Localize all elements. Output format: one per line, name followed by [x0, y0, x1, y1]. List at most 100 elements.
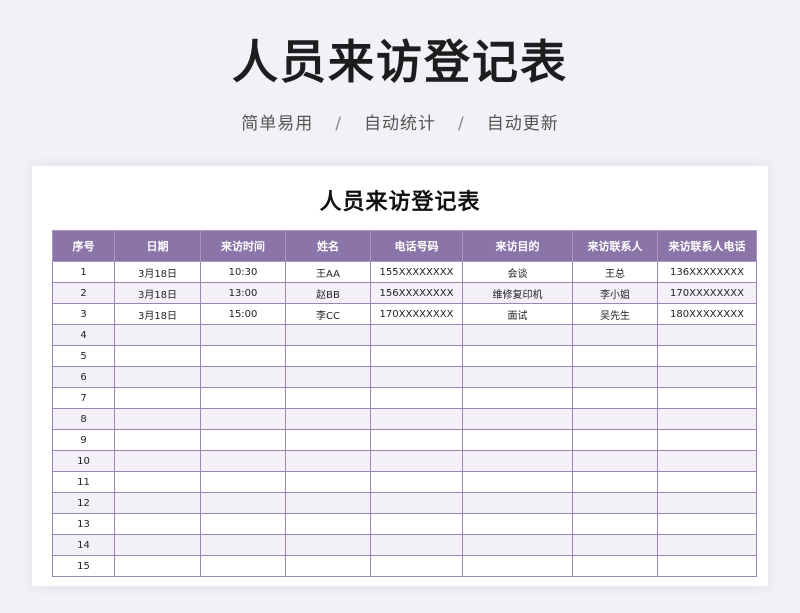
table-cell[interactable]: 170XXXXXXXX — [370, 303, 463, 325]
table-cell[interactable] — [572, 345, 658, 367]
table-cell[interactable]: 会谈 — [462, 261, 573, 283]
table-cell[interactable] — [462, 366, 573, 388]
table-cell[interactable]: 10:30 — [200, 261, 286, 283]
table-cell[interactable] — [114, 492, 201, 514]
table-cell[interactable]: 6 — [52, 366, 115, 388]
table-cell[interactable] — [370, 408, 463, 430]
table-cell[interactable] — [462, 387, 573, 409]
table-cell[interactable] — [114, 387, 201, 409]
table-cell[interactable] — [285, 534, 371, 556]
table-cell[interactable]: 吴先生 — [572, 303, 658, 325]
table-cell[interactable] — [462, 492, 573, 514]
table-cell[interactable] — [370, 534, 463, 556]
table-cell[interactable] — [114, 324, 201, 346]
table-cell[interactable] — [370, 324, 463, 346]
column-header[interactable]: 来访时间 — [200, 230, 286, 262]
table-cell[interactable] — [200, 471, 286, 493]
table-cell[interactable] — [370, 387, 463, 409]
table-cell[interactable] — [285, 324, 371, 346]
table-cell[interactable] — [657, 534, 757, 556]
table-cell[interactable]: 136XXXXXXXX — [657, 261, 757, 283]
table-cell[interactable] — [572, 534, 658, 556]
table-cell[interactable] — [657, 324, 757, 346]
table-cell[interactable] — [114, 345, 201, 367]
table-cell[interactable] — [285, 555, 371, 577]
table-cell[interactable]: 13:00 — [200, 282, 286, 304]
table-cell[interactable] — [572, 450, 658, 472]
table-cell[interactable] — [572, 471, 658, 493]
table-cell[interactable] — [370, 555, 463, 577]
column-header[interactable]: 日期 — [114, 230, 201, 262]
table-cell[interactable] — [572, 555, 658, 577]
table-cell[interactable]: 李CC — [285, 303, 371, 325]
table-cell[interactable]: 李小姐 — [572, 282, 658, 304]
column-header[interactable]: 来访目的 — [462, 230, 573, 262]
table-cell[interactable] — [200, 429, 286, 451]
table-cell[interactable]: 3月18日 — [114, 303, 201, 325]
table-cell[interactable] — [657, 450, 757, 472]
table-cell[interactable] — [114, 408, 201, 430]
table-cell[interactable]: 15:00 — [200, 303, 286, 325]
table-cell[interactable] — [370, 471, 463, 493]
table-cell[interactable] — [572, 429, 658, 451]
table-cell[interactable] — [572, 366, 658, 388]
table-cell[interactable] — [370, 513, 463, 535]
table-cell[interactable] — [370, 429, 463, 451]
table-cell[interactable]: 面试 — [462, 303, 573, 325]
table-cell[interactable] — [285, 492, 371, 514]
table-cell[interactable] — [370, 492, 463, 514]
column-header[interactable]: 电话号码 — [370, 230, 463, 262]
table-cell[interactable] — [114, 429, 201, 451]
table-cell[interactable] — [200, 450, 286, 472]
table-cell[interactable] — [285, 450, 371, 472]
table-cell[interactable] — [200, 555, 286, 577]
table-cell[interactable]: 10 — [52, 450, 115, 472]
table-cell[interactable]: 1 — [52, 261, 115, 283]
table-cell[interactable] — [657, 345, 757, 367]
table-cell[interactable]: 7 — [52, 387, 115, 409]
table-cell[interactable] — [572, 408, 658, 430]
table-cell[interactable] — [200, 387, 286, 409]
table-cell[interactable] — [462, 555, 573, 577]
table-cell[interactable]: 12 — [52, 492, 115, 514]
table-cell[interactable] — [657, 471, 757, 493]
column-header[interactable]: 姓名 — [285, 230, 371, 262]
table-cell[interactable] — [462, 408, 573, 430]
table-cell[interactable] — [285, 513, 371, 535]
table-cell[interactable]: 180XXXXXXXX — [657, 303, 757, 325]
table-cell[interactable]: 3 — [52, 303, 115, 325]
table-cell[interactable] — [114, 450, 201, 472]
table-cell[interactable] — [657, 387, 757, 409]
table-cell[interactable] — [285, 387, 371, 409]
table-cell[interactable] — [657, 513, 757, 535]
table-cell[interactable] — [370, 450, 463, 472]
table-cell[interactable]: 170XXXXXXXX — [657, 282, 757, 304]
table-cell[interactable] — [462, 345, 573, 367]
table-cell[interactable] — [572, 324, 658, 346]
table-cell[interactable] — [285, 345, 371, 367]
table-cell[interactable] — [285, 429, 371, 451]
table-cell[interactable]: 维修复印机 — [462, 282, 573, 304]
table-cell[interactable]: 8 — [52, 408, 115, 430]
table-cell[interactable] — [114, 366, 201, 388]
table-cell[interactable] — [200, 345, 286, 367]
table-cell[interactable] — [285, 471, 371, 493]
table-cell[interactable] — [657, 408, 757, 430]
table-cell[interactable] — [657, 492, 757, 514]
column-header[interactable]: 来访联系人电话 — [657, 230, 757, 262]
table-cell[interactable] — [200, 513, 286, 535]
table-cell[interactable]: 156XXXXXXXX — [370, 282, 463, 304]
table-cell[interactable] — [657, 429, 757, 451]
table-cell[interactable] — [370, 366, 463, 388]
table-cell[interactable]: 3月18日 — [114, 261, 201, 283]
table-cell[interactable]: 13 — [52, 513, 115, 535]
table-cell[interactable] — [572, 492, 658, 514]
table-cell[interactable]: 5 — [52, 345, 115, 367]
table-cell[interactable] — [462, 324, 573, 346]
table-cell[interactable]: 4 — [52, 324, 115, 346]
table-cell[interactable] — [462, 471, 573, 493]
table-cell[interactable] — [462, 450, 573, 472]
table-cell[interactable] — [114, 534, 201, 556]
table-cell[interactable]: 王总 — [572, 261, 658, 283]
table-cell[interactable]: 3月18日 — [114, 282, 201, 304]
